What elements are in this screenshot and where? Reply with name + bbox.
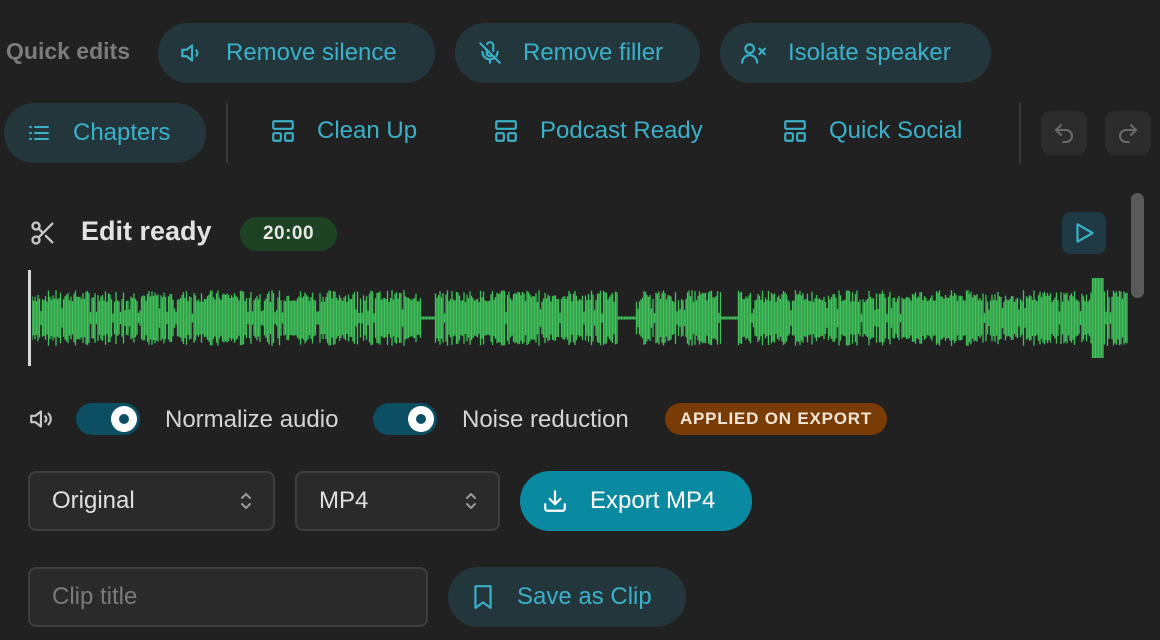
normalize-audio-toggle[interactable]	[76, 403, 140, 435]
quality-select-value: Original	[52, 487, 135, 514]
preset-quick-social[interactable]: Quick Social	[782, 117, 962, 145]
remove-filler-label: Remove filler	[523, 39, 664, 66]
redo-icon	[1116, 121, 1140, 145]
preset-quick-social-label: Quick Social	[829, 117, 963, 144]
chevron-up-down-icon	[464, 490, 478, 512]
volume-icon	[28, 406, 56, 432]
quality-select[interactable]: Original	[28, 471, 275, 531]
applied-on-export-badge: APPLIED ON EXPORT	[665, 403, 887, 435]
clip-title-input[interactable]	[28, 567, 428, 627]
toggle-knob	[111, 406, 137, 432]
preset-podcast-ready-label: Podcast Ready	[540, 117, 703, 144]
editor-title: Edit ready	[81, 216, 212, 246]
divider	[1019, 103, 1021, 163]
play-button[interactable]	[1062, 212, 1106, 254]
layout-icon	[493, 117, 519, 145]
scissors-icon	[29, 219, 57, 247]
export-button-label: Export MP4	[590, 487, 716, 514]
waveform[interactable]	[32, 270, 1128, 366]
remove-filler-button[interactable]: Remove filler	[455, 23, 700, 83]
undo-icon	[1052, 121, 1076, 145]
user-x-icon	[740, 40, 768, 66]
noise-reduction-label: Noise reduction	[462, 406, 629, 433]
save-as-clip-label: Save as Clip	[517, 583, 652, 610]
isolate-speaker-button[interactable]: Isolate speaker	[720, 23, 991, 83]
undo-button[interactable]	[1041, 111, 1087, 155]
save-as-clip-button[interactable]: Save as Clip	[448, 567, 686, 627]
remove-silence-button[interactable]: Remove silence	[158, 23, 435, 83]
format-select-value: MP4	[319, 487, 369, 514]
chapters-label: Chapters	[73, 119, 171, 146]
preset-podcast-ready[interactable]: Podcast Ready	[493, 117, 703, 145]
quick-edits-label: Quick edits	[6, 38, 130, 64]
divider	[226, 103, 228, 163]
speaker-icon	[178, 40, 204, 66]
format-select[interactable]: MP4	[295, 471, 500, 531]
toggle-knob	[408, 406, 434, 432]
preset-clean-up[interactable]: Clean Up	[270, 117, 417, 145]
play-icon	[1071, 220, 1097, 246]
chevron-up-down-icon	[239, 490, 253, 512]
normalize-audio-label: Normalize audio	[165, 406, 339, 433]
layout-icon	[782, 117, 808, 145]
scrollbar-thumb[interactable]	[1131, 193, 1144, 298]
list-icon	[26, 121, 52, 145]
layout-icon	[270, 117, 296, 145]
waveform-path	[32, 278, 1128, 358]
isolate-speaker-label: Isolate speaker	[788, 39, 951, 66]
remove-silence-label: Remove silence	[226, 39, 397, 66]
chapters-button[interactable]: Chapters	[4, 103, 206, 163]
bookmark-icon	[472, 584, 494, 610]
noise-reduction-toggle[interactable]	[373, 403, 437, 435]
redo-button[interactable]	[1105, 111, 1151, 155]
download-icon	[542, 488, 568, 514]
mic-off-icon	[477, 40, 503, 66]
duration-badge: 20:00	[240, 217, 337, 251]
preset-clean-up-label: Clean Up	[317, 117, 418, 144]
export-button[interactable]: Export MP4	[520, 471, 752, 531]
playhead[interactable]	[28, 270, 31, 366]
